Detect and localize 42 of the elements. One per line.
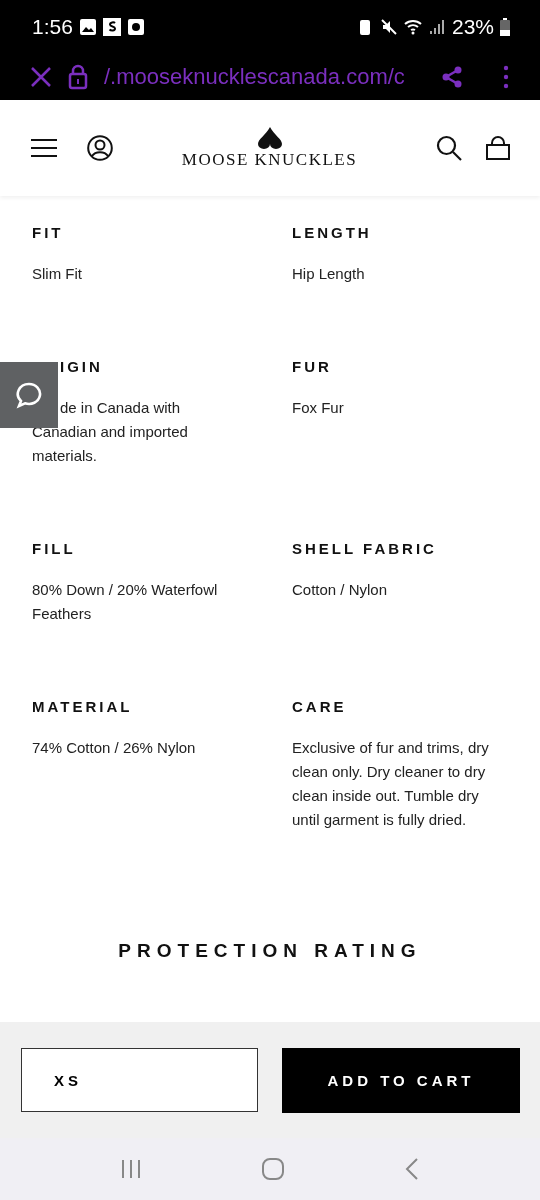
spec-label: LENGTH [292,224,373,242]
recent-apps-icon[interactable] [119,1158,142,1180]
spec-label: FILL [32,540,77,558]
clock-app-icon [126,18,145,36]
mute-icon [379,18,398,36]
spec-value: Exclusive of fur and trims, dry clean only. Dry cleaner to dry clean inside out. Tumble dry until garment is fully dried. [292,738,490,830]
share-icon[interactable] [440,65,464,89]
spec-value: 74% Cotton / 26% Nylon [32,738,197,758]
chat-button[interactable] [0,362,58,428]
spec-value: Fox Fur [292,398,345,418]
spec-label: FIT [32,224,65,242]
spec-value: de in Canada with Canadian and imported materials. [32,398,189,466]
battery-percent: 23% [451,15,494,39]
spec-label: IGIN [59,358,104,376]
brand-logo[interactable]: MOOSE KNUCKLES [181,149,358,170]
battery-icon [500,18,510,36]
bag-icon[interactable] [486,136,510,160]
chat-icon [15,381,43,409]
wifi-icon [403,18,422,36]
spec-value: Hip Length [292,264,366,284]
close-icon[interactable] [30,66,52,88]
account-icon[interactable] [87,135,113,161]
search-icon[interactable] [436,135,462,161]
spec-value: Cotton / Nylon [292,580,389,600]
lock-icon [68,64,88,90]
size-select[interactable]: XS [21,1048,258,1112]
gallery-icon [78,18,97,36]
status-time: 1:56 [32,15,73,39]
menu-icon[interactable] [31,138,57,158]
spec-label: SHELL FABRIC [292,540,438,558]
spec-label: MATERIAL [32,698,134,716]
spec-label: CARE [292,698,348,716]
spec-value: 80% Down / 20% Waterfowl Feathers [32,580,219,624]
spec-label: FUR [292,358,333,376]
back-icon[interactable] [404,1157,421,1181]
section-title: PROTECTION RATING [117,940,423,962]
logo-drops-icon [255,126,284,149]
home-icon[interactable] [261,1157,285,1181]
signal-icon [427,18,446,36]
s-app-icon [102,18,121,36]
spec-value: Slim Fit [32,264,83,284]
add-to-cart-button[interactable]: ADD TO CART [282,1047,520,1113]
